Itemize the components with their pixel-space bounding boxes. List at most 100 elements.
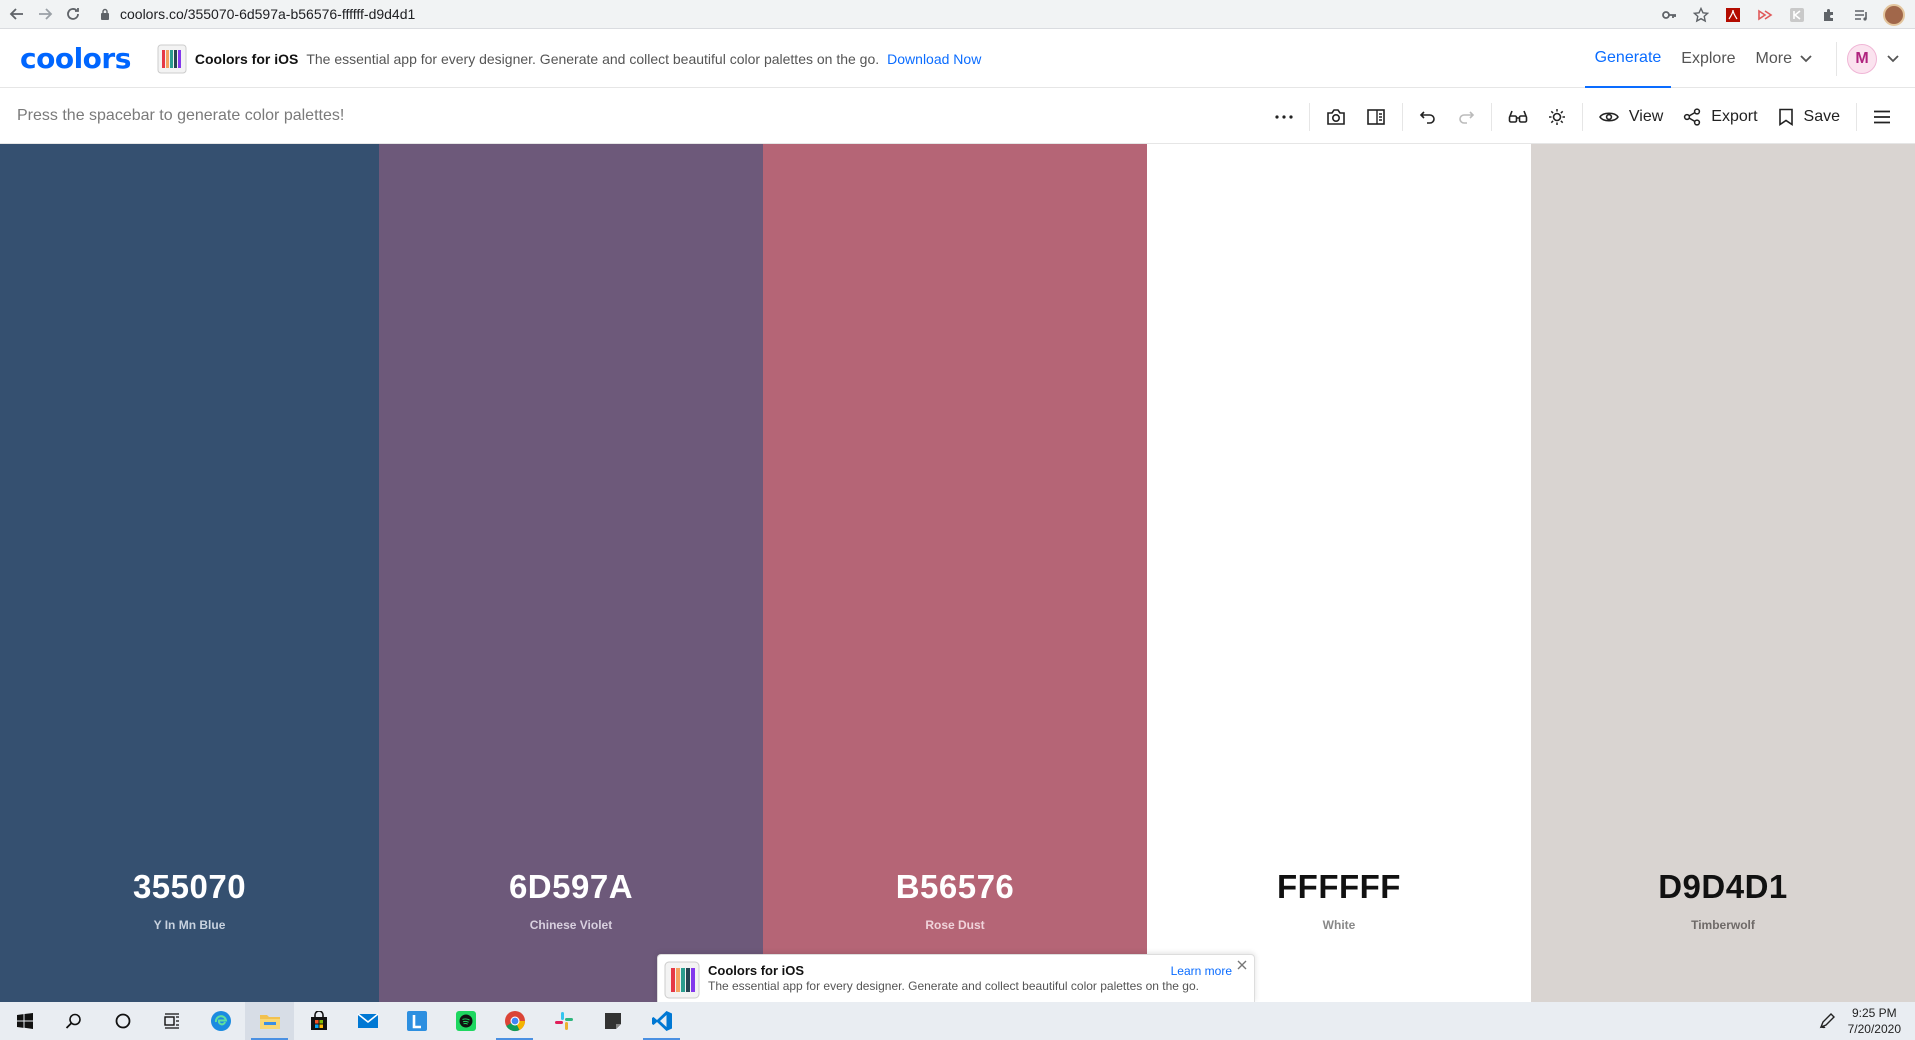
arrow-right-icon — [39, 8, 53, 20]
swatch-3[interactable]: B56576 Rose Dust — [763, 144, 1147, 1002]
swatch-1[interactable]: 355070 Y In Mn Blue — [0, 144, 379, 1002]
mail-icon — [357, 1013, 378, 1028]
swatch-color-name[interactable]: Y In Mn Blue — [0, 918, 379, 932]
slack-app[interactable] — [539, 1002, 588, 1040]
save-label: Save — [1803, 107, 1840, 125]
swatch-hex[interactable]: B56576 — [763, 868, 1147, 906]
file-explorer-app[interactable] — [245, 1002, 294, 1040]
url-text: coolors.co/355070-6d597a-b56576-ffffff-d… — [120, 6, 416, 22]
banner-title: Coolors for iOS — [708, 963, 805, 978]
browser-toolbar: coolors.co/355070-6d597a-b56576-ffffff-d… — [0, 0, 1915, 29]
nav-divider — [1836, 42, 1837, 76]
color-palette: 355070 Y In Mn Blue 6D597A Chinese Viole… — [0, 144, 1915, 1002]
swatch-4[interactable]: FFFFFF White — [1147, 144, 1531, 1002]
chrome-app[interactable] — [490, 1002, 539, 1040]
undo-icon — [1419, 110, 1435, 124]
toolbar-divider — [1401, 102, 1403, 131]
banner-description: The essential app for every designer. Ge… — [708, 979, 1199, 993]
cortana-icon — [115, 1013, 130, 1029]
vscode-icon — [651, 1011, 672, 1031]
start-button[interactable] — [0, 1002, 49, 1040]
pdf-extension-icon[interactable] — [1723, 5, 1743, 25]
nav-more[interactable]: More — [1746, 30, 1822, 88]
search-button[interactable] — [49, 1002, 98, 1040]
generator-toolbar: Press the spacebar to generate color pal… — [0, 89, 1915, 144]
nav-explore[interactable]: Explore — [1671, 30, 1745, 88]
main-nav: Generate Explore More M — [1584, 30, 1915, 88]
app-icon — [157, 44, 187, 73]
nav-generate[interactable]: Generate — [1584, 30, 1672, 88]
side-panel-button[interactable] — [1356, 89, 1396, 144]
swatch-hex[interactable]: 355070 — [0, 868, 379, 906]
toolbar-divider — [1308, 102, 1310, 131]
close-icon[interactable] — [1235, 958, 1249, 972]
sun-icon — [1548, 108, 1565, 125]
spacebar-hint: Press the spacebar to generate color pal… — [17, 107, 345, 124]
swatch-2[interactable]: 6D597A Chinese Violet — [379, 144, 763, 1002]
export-button[interactable]: Export — [1673, 89, 1767, 144]
key-icon[interactable] — [1659, 5, 1679, 25]
address-bar[interactable]: coolors.co/355070-6d597a-b56576-ffffff-d… — [100, 6, 415, 22]
camera-icon — [1327, 108, 1345, 125]
store-app[interactable] — [294, 1002, 343, 1040]
promo-title: Coolors for iOS — [194, 50, 299, 67]
toolbar-divider — [1581, 102, 1583, 131]
l-app[interactable] — [392, 1002, 441, 1040]
edge-app[interactable] — [196, 1002, 245, 1040]
more-options-button[interactable] — [1265, 89, 1303, 144]
swatch-color-name[interactable]: Rose Dust — [763, 918, 1147, 932]
menu-icon — [1874, 110, 1890, 123]
export-label: Export — [1711, 107, 1758, 125]
media-icon[interactable] — [1851, 5, 1871, 25]
reload-button[interactable] — [62, 3, 84, 25]
cortana-button[interactable] — [98, 1002, 147, 1040]
adjust-palette-button[interactable] — [1538, 89, 1576, 144]
cast-extension-icon[interactable] — [1755, 5, 1775, 25]
color-blindness-button[interactable] — [1498, 89, 1538, 144]
learn-more-link[interactable]: Learn more — [1171, 964, 1232, 978]
puzzle-icon[interactable] — [1819, 5, 1839, 25]
coolors-logo[interactable]: coolors — [20, 42, 131, 75]
screenshot-button[interactable] — [1316, 89, 1356, 144]
user-avatar[interactable]: M — [1847, 44, 1877, 74]
back-button[interactable] — [6, 3, 28, 25]
account-chevron-down-icon[interactable] — [1887, 55, 1899, 63]
lock-icon — [101, 8, 109, 20]
swatch-5[interactable]: D9D4D1 Timberwolf — [1531, 144, 1915, 1002]
toolbar-divider — [1490, 102, 1492, 131]
view-button[interactable]: View — [1589, 89, 1673, 144]
clock-date: 7/20/2020 — [1847, 1022, 1901, 1036]
vscode-app[interactable] — [637, 1002, 686, 1040]
promo-description: The essential app for every designer. Ge… — [306, 50, 880, 67]
chevron-down-icon — [1800, 55, 1812, 63]
swatch-color-name[interactable]: Timberwolf — [1531, 918, 1915, 932]
forward-button[interactable] — [34, 3, 56, 25]
swatch-hex[interactable]: FFFFFF — [1147, 868, 1531, 906]
save-button[interactable]: Save — [1768, 89, 1850, 144]
redo-button[interactable] — [1447, 89, 1485, 144]
undo-button[interactable] — [1409, 89, 1447, 144]
swatch-color-name[interactable]: White — [1147, 918, 1531, 932]
clock[interactable]: 9:25 PM 7/20/2020 — [1848, 1005, 1901, 1037]
share-icon — [1684, 107, 1701, 126]
mail-app[interactable] — [343, 1002, 392, 1040]
spotify-app[interactable] — [441, 1002, 490, 1040]
hamburger-menu-button[interactable] — [1863, 89, 1901, 144]
spotify-icon — [455, 1011, 476, 1031]
store-bag-icon — [310, 1011, 327, 1030]
l-app-icon — [406, 1011, 427, 1031]
browser-profile-avatar[interactable] — [1883, 3, 1905, 26]
k-extension-icon[interactable] — [1787, 5, 1807, 25]
swatch-hex[interactable]: 6D597A — [379, 868, 763, 906]
pen-icon[interactable] — [1818, 1012, 1836, 1030]
sticky-notes-app[interactable] — [588, 1002, 637, 1040]
swatch-hex[interactable]: D9D4D1 — [1531, 868, 1915, 906]
reload-icon — [67, 8, 79, 20]
download-now-link[interactable]: Download Now — [887, 51, 981, 67]
arrow-left-icon — [9, 8, 23, 20]
eye-icon — [1598, 111, 1619, 122]
swatch-color-name[interactable]: Chinese Violet — [379, 918, 763, 932]
task-view-button[interactable] — [147, 1002, 196, 1040]
ellipsis-icon — [1275, 114, 1293, 119]
star-icon[interactable] — [1691, 5, 1711, 25]
